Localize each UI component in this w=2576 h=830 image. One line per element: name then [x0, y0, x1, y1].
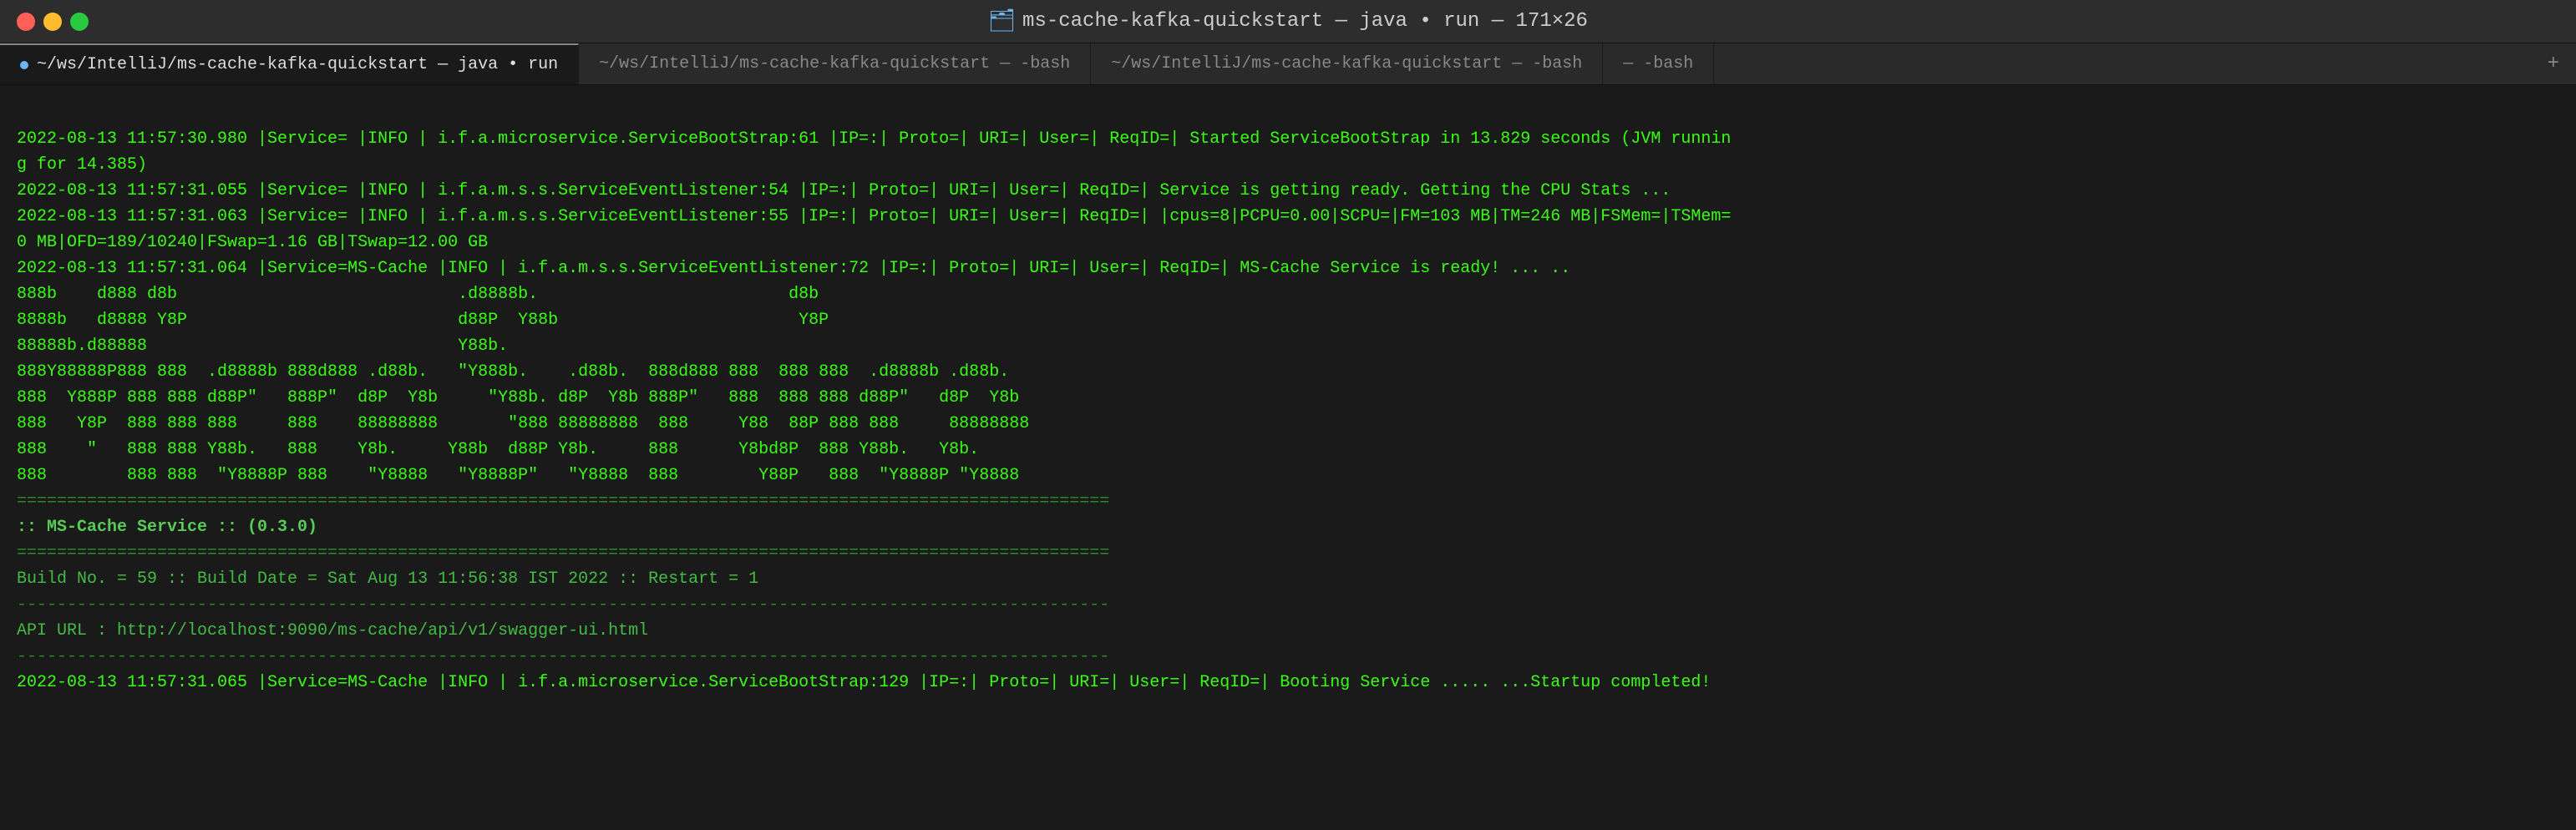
window-title: 🗂 ms-cache-kafka-quickstart — java • run… — [988, 8, 1588, 34]
terminal-line: Build No. = 59 :: Build Date = Sat Aug 1… — [17, 566, 2559, 592]
terminal-line: API URL : http://localhost:9090/ms-cache… — [17, 618, 2559, 644]
terminal-line: 888 " 888 888 Y88b. 888 Y8b. Y88b d88P Y… — [17, 437, 2559, 463]
traffic-lights — [0, 13, 89, 31]
terminal-line: 888b d888 d8b .d8888b. d8b — [17, 281, 2559, 307]
minimize-button[interactable] — [43, 13, 62, 31]
terminal-line: ----------------------------------------… — [17, 644, 2559, 670]
maximize-button[interactable] — [70, 13, 89, 31]
terminal-line: 2022-08-13 11:57:31.055 |Service= |INFO … — [17, 178, 2559, 204]
title-bar: 🗂 ms-cache-kafka-quickstart — java • run… — [0, 0, 2576, 43]
close-button[interactable] — [17, 13, 35, 31]
terminal-line: 888 Y8P 888 888 888 888 88888888 "888 88… — [17, 411, 2559, 437]
terminal-output: 2022-08-13 11:57:30.980 |Service= |INFO … — [0, 85, 2576, 830]
folder-icon: 🗂 — [988, 8, 1016, 34]
terminal-line: ========================================… — [17, 540, 2559, 566]
terminal-line: :: MS-Cache Service :: (0.3.0) — [17, 514, 2559, 540]
terminal-line: ========================================… — [17, 488, 2559, 514]
terminal-line: 8888b d8888 Y8P d88P Y88b Y8P — [17, 307, 2559, 333]
terminal-line: 2022-08-13 11:57:31.063 |Service= |INFO … — [17, 204, 2559, 230]
tab-bash-3[interactable]: — -bash — [1603, 43, 1714, 84]
terminal-line: 888Y88888P888 888 .d8888b 888d888 .d88b.… — [17, 359, 2559, 385]
terminal-line: 2022-08-13 11:57:30.980 |Service= |INFO … — [17, 126, 2559, 152]
terminal-line: 888 Y888P 888 888 d88P" 888P" d8P Y8b "Y… — [17, 385, 2559, 411]
tab-dot — [20, 61, 28, 69]
new-tab-button[interactable]: + — [2531, 43, 2576, 84]
terminal-line: 2022-08-13 11:57:31.065 |Service=MS-Cach… — [17, 670, 2559, 696]
tab-bash-1[interactable]: ~/ws/IntelliJ/ms-cache-kafka-quickstart … — [579, 43, 1091, 84]
terminal-line: 88888b.d88888 Y88b. — [17, 333, 2559, 359]
tab-bash-2[interactable]: ~/ws/IntelliJ/ms-cache-kafka-quickstart … — [1091, 43, 1603, 84]
terminal-line: 2022-08-13 11:57:31.064 |Service=MS-Cach… — [17, 256, 2559, 281]
terminal-line: 888 888 888 "Y8888P 888 "Y8888 "Y8888P" … — [17, 463, 2559, 488]
terminal-line: g for 14.385) — [17, 152, 2559, 178]
terminal-line: 0 MB|OFD=189/10240|FSwap=1.16 GB|TSwap=1… — [17, 230, 2559, 256]
tab-java-run[interactable]: ~/ws/IntelliJ/ms-cache-kafka-quickstart … — [0, 43, 579, 84]
terminal-line: ----------------------------------------… — [17, 592, 2559, 618]
tabs-bar: ~/ws/IntelliJ/ms-cache-kafka-quickstart … — [0, 43, 2576, 85]
